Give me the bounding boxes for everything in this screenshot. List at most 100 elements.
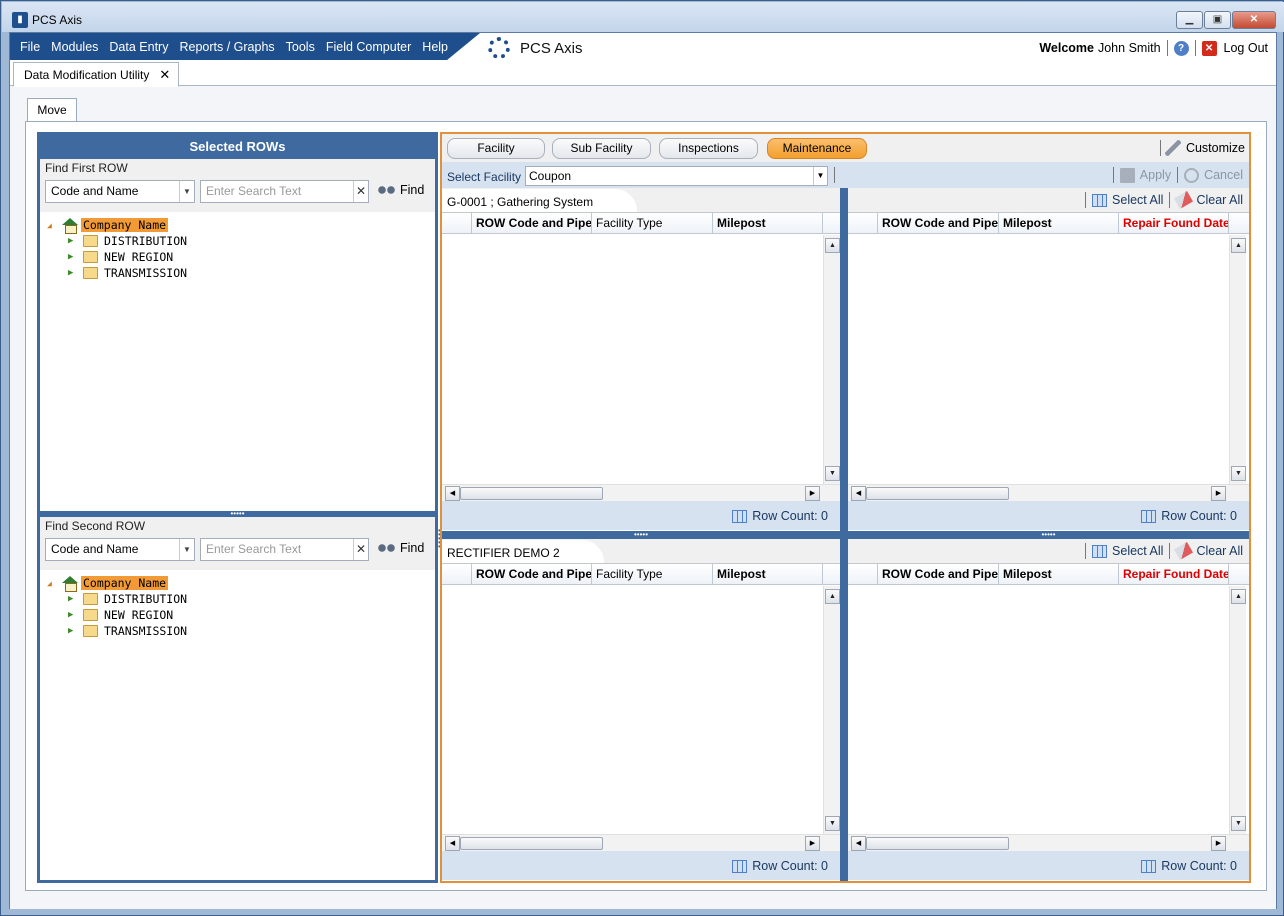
scroll-down-icon[interactable]: ▼ [1231, 466, 1246, 481]
scroll-up-icon[interactable]: ▲ [1231, 238, 1246, 253]
select-column-header[interactable] [442, 213, 472, 234]
scroll-left-icon[interactable]: ◀ [851, 486, 866, 501]
horizontal-scrollbar[interactable]: ◀ ▶ [442, 834, 840, 851]
clear-all-button[interactable]: Clear All [1196, 193, 1243, 207]
tab-sub-facility[interactable]: Sub Facility [552, 138, 651, 159]
col-milepost[interactable]: Milepost [999, 213, 1119, 234]
scroll-left-icon[interactable]: ◀ [445, 486, 460, 501]
col-row-code-pipe[interactable]: ROW Code and Pipe [878, 213, 999, 234]
scroll-up-icon[interactable]: ▲ [825, 238, 840, 253]
col-row-code-pipe[interactable]: ROW Code and Pipe [472, 213, 592, 234]
scroll-left-icon[interactable]: ◀ [445, 836, 460, 851]
tree-root-node[interactable]: ◢ Company Name [40, 575, 435, 592]
chevron-down-icon[interactable]: ▼ [179, 181, 194, 202]
first-search-mode-select[interactable]: Code and Name ▼ [45, 180, 195, 203]
expand-arrow-icon[interactable]: ▶ [68, 594, 76, 604]
clear-all-button[interactable]: Clear All [1196, 544, 1243, 558]
vertical-scrollbar[interactable]: ▲ ▼ [1229, 235, 1246, 484]
chevron-down-icon[interactable]: ▼ [813, 167, 827, 185]
maximize-button[interactable]: ▣ [1204, 11, 1231, 29]
tree-node-transmission[interactable]: ▶ TRANSMISSION [40, 623, 435, 639]
cancel-button[interactable]: Cancel [1204, 168, 1243, 182]
col-milepost[interactable]: Milepost [713, 564, 823, 585]
tab-maintenance[interactable]: Maintenance [767, 138, 867, 159]
menu-file[interactable]: File [20, 40, 40, 54]
collapse-arrow-icon[interactable]: ◢ [47, 221, 55, 230]
collapse-arrow-icon[interactable]: ◢ [47, 579, 55, 588]
horizontal-scrollbar[interactable]: ◀ ▶ [442, 484, 840, 501]
clear-search-icon[interactable]: ✕ [353, 181, 368, 202]
facility-select[interactable]: Coupon ▼ [525, 166, 828, 186]
tree-node-new-region[interactable]: ▶ NEW REGION [40, 249, 435, 265]
scroll-right-icon[interactable]: ▶ [1211, 836, 1226, 851]
help-icon[interactable]: ? [1173, 40, 1189, 56]
customize-button[interactable]: Customize [1159, 140, 1245, 156]
col-milepost[interactable]: Milepost [713, 213, 823, 234]
logout-icon[interactable]: ✕ [1201, 40, 1217, 56]
horizontal-scrollbar[interactable]: ◀ ▶ [848, 484, 1249, 501]
minimize-button[interactable]: ▁ [1176, 11, 1203, 29]
scroll-thumb[interactable] [460, 487, 603, 500]
menu-reports-graphs[interactable]: Reports / Graphs [179, 40, 274, 54]
second-search-mode-select[interactable]: Code and Name ▼ [45, 538, 195, 561]
first-search-input[interactable]: Enter Search Text ✕ [200, 180, 369, 203]
menu-data-entry[interactable]: Data Entry [109, 40, 168, 54]
expand-arrow-icon[interactable]: ▶ [68, 610, 76, 620]
tree-node-distribution[interactable]: ▶ DISTRIBUTION [40, 233, 435, 249]
tree-node-distribution[interactable]: ▶ DISTRIBUTION [40, 591, 435, 607]
select-column-header[interactable] [848, 564, 878, 585]
tab-facility[interactable]: Facility [447, 138, 545, 159]
tree-node-transmission[interactable]: ▶ TRANSMISSION [40, 265, 435, 281]
menu-tools[interactable]: Tools [286, 40, 315, 54]
grid-vertical-splitter[interactable] [840, 188, 848, 881]
tab-move[interactable]: Move [27, 98, 77, 122]
col-row-code-pipe[interactable]: ROW Code and Pipe [472, 564, 592, 585]
scroll-down-icon[interactable]: ▼ [825, 816, 840, 831]
expand-arrow-icon[interactable]: ▶ [68, 236, 76, 246]
tab-inspections[interactable]: Inspections [659, 138, 758, 159]
logout-link[interactable]: Log Out [1224, 41, 1268, 55]
apply-button[interactable]: Apply [1140, 168, 1171, 182]
chevron-down-icon[interactable]: ▼ [179, 539, 194, 560]
scroll-left-icon[interactable]: ◀ [851, 836, 866, 851]
expand-arrow-icon[interactable]: ▶ [68, 626, 76, 636]
scroll-up-icon[interactable]: ▲ [825, 589, 840, 604]
tree-node-new-region[interactable]: ▶ NEW REGION [40, 607, 435, 623]
col-row-code-pipe[interactable]: ROW Code and Pipe [878, 564, 999, 585]
menu-field-computer[interactable]: Field Computer [326, 40, 411, 54]
col-milepost[interactable]: Milepost [999, 564, 1119, 585]
expand-arrow-icon[interactable]: ▶ [68, 252, 76, 262]
scroll-thumb[interactable] [866, 837, 1009, 850]
horizontal-scrollbar[interactable]: ◀ ▶ [848, 834, 1249, 851]
scroll-thumb[interactable] [460, 837, 603, 850]
col-repair-found-date[interactable]: Repair Found Date [1119, 213, 1229, 234]
vertical-scrollbar[interactable]: ▲ ▼ [823, 586, 840, 834]
expand-arrow-icon[interactable]: ▶ [68, 268, 76, 278]
clear-search-icon[interactable]: ✕ [353, 539, 368, 560]
tree-root-node[interactable]: ◢ Company Name [40, 217, 435, 234]
menu-help[interactable]: Help [422, 40, 448, 54]
second-find-button[interactable]: Find [378, 541, 424, 555]
select-all-button[interactable]: Select All [1112, 544, 1163, 558]
menu-modules[interactable]: Modules [51, 40, 98, 54]
scroll-down-icon[interactable]: ▼ [825, 466, 840, 481]
right-grid-splitter[interactable]: ••••• [848, 531, 1249, 539]
col-repair-found-date[interactable]: Repair Found Date [1119, 564, 1229, 585]
col-facility-type[interactable]: Facility Type [592, 213, 713, 234]
vertical-scrollbar[interactable]: ▲ ▼ [1229, 586, 1246, 834]
scroll-down-icon[interactable]: ▼ [1231, 816, 1246, 831]
vertical-scrollbar[interactable]: ▲ ▼ [823, 235, 840, 484]
scroll-up-icon[interactable]: ▲ [1231, 589, 1246, 604]
left-grid-splitter[interactable]: ••••• [442, 531, 840, 539]
scroll-right-icon[interactable]: ▶ [1211, 486, 1226, 501]
select-column-header[interactable] [848, 213, 878, 234]
scroll-thumb[interactable] [866, 487, 1009, 500]
tab-data-modification-utility[interactable]: Data Modification Utility ✕ [13, 62, 180, 87]
second-search-input[interactable]: Enter Search Text ✕ [200, 538, 369, 561]
scroll-right-icon[interactable]: ▶ [805, 836, 820, 851]
select-column-header[interactable] [442, 564, 472, 585]
first-find-button[interactable]: Find [378, 183, 424, 197]
close-tab-icon[interactable]: ✕ [159, 67, 170, 83]
close-window-button[interactable]: ✕ [1232, 11, 1276, 29]
select-all-button[interactable]: Select All [1112, 193, 1163, 207]
